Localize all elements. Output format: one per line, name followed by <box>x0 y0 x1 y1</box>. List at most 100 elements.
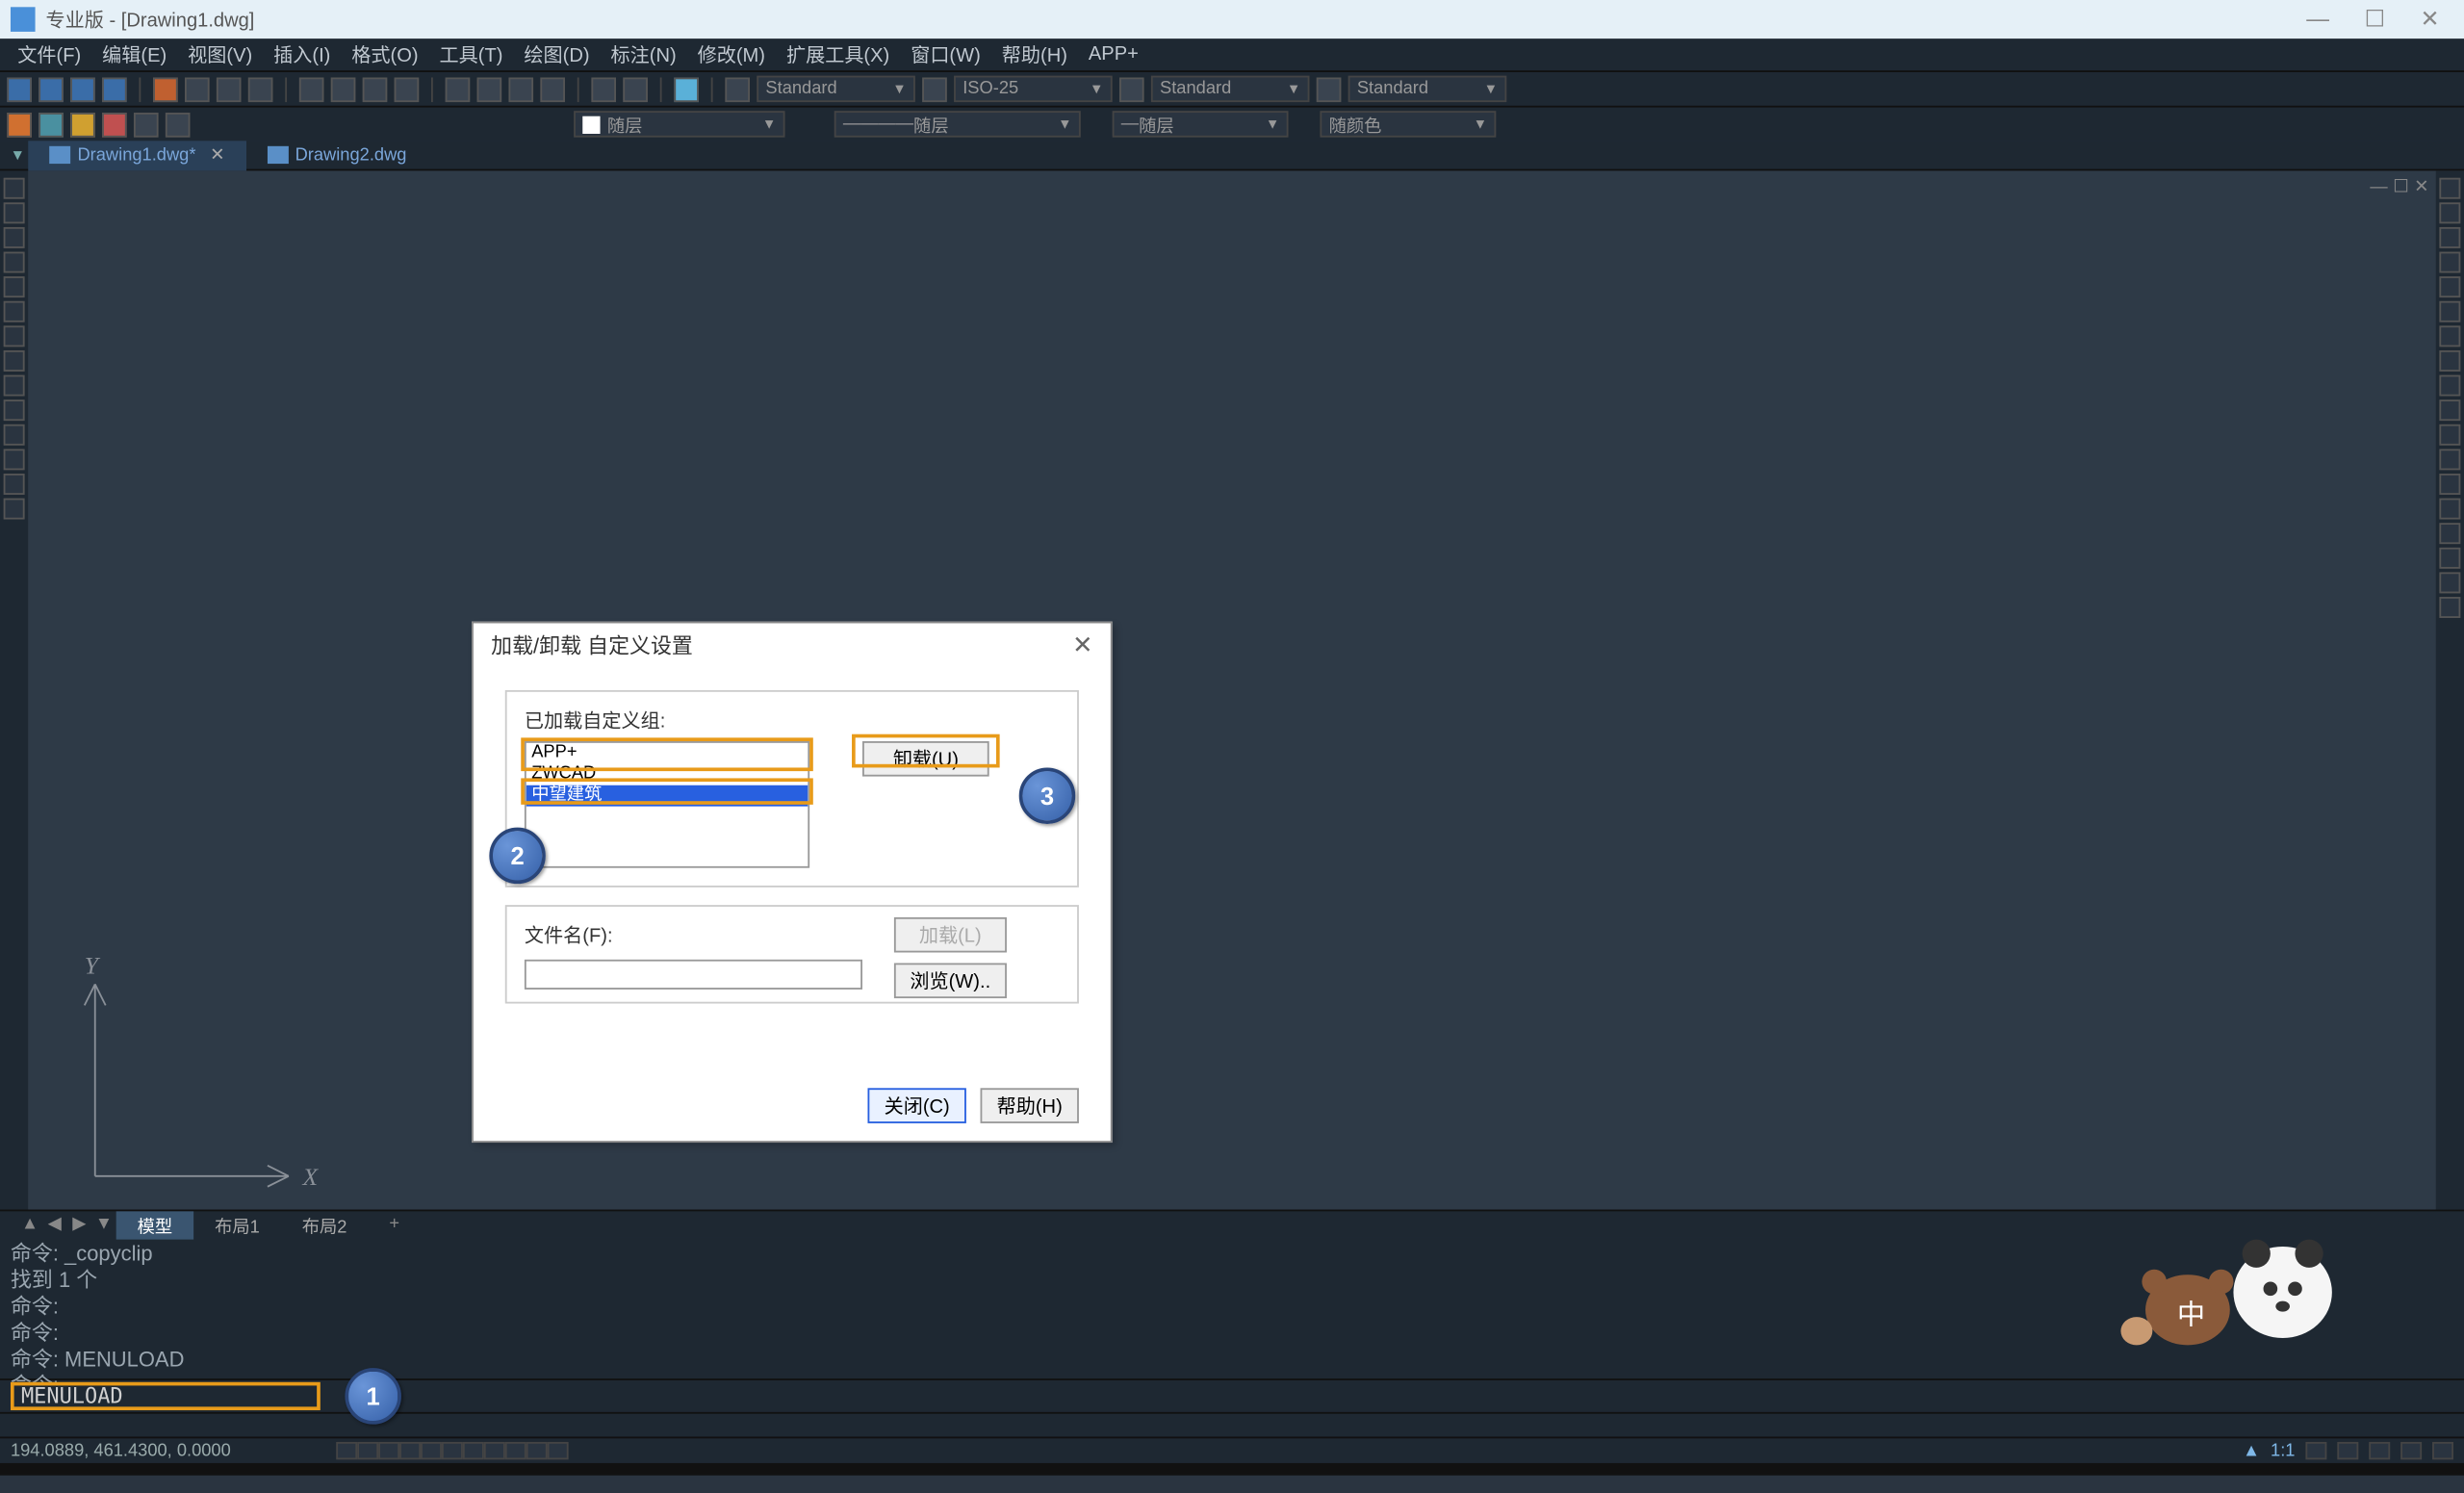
layout2-tab[interactable]: 布局2 <box>281 1210 369 1238</box>
properties-icon[interactable] <box>591 77 616 102</box>
tb2-icon-a[interactable] <box>7 112 32 137</box>
match-icon[interactable] <box>248 77 273 102</box>
text-style-combo[interactable]: Standard▼ <box>757 76 915 102</box>
ellipse-icon[interactable] <box>4 301 25 322</box>
design-center-icon[interactable] <box>623 77 648 102</box>
menu-draw[interactable]: 绘图(D) <box>513 40 600 68</box>
dialog-titlebar[interactable]: 加载/卸载 自定义设置 ✕ <box>474 623 1111 665</box>
mleader-style-combo[interactable]: Standard▼ <box>1348 76 1507 102</box>
layout1-tab[interactable]: 布局1 <box>193 1210 281 1238</box>
color-combo[interactable]: 随颜色▼ <box>1320 111 1496 137</box>
dim-style-icon[interactable] <box>922 77 947 102</box>
redo-icon[interactable] <box>331 77 356 102</box>
tabs-dropdown-icon[interactable]: ▾ <box>7 145 28 165</box>
cut-icon[interactable] <box>153 77 178 102</box>
menu-edit[interactable]: 编辑(E) <box>91 40 177 68</box>
status-icon-c[interactable] <box>2369 1442 2390 1459</box>
layer-b-combo[interactable]: ———— 随层▼ <box>834 111 1081 137</box>
pedit-icon[interactable] <box>2439 597 2460 618</box>
tb2-icon-d[interactable] <box>102 112 127 137</box>
tb2-icon-c[interactable] <box>70 112 95 137</box>
circle-icon[interactable] <box>4 227 25 248</box>
ime-indicator[interactable]: 中 <box>2116 1225 2345 1349</box>
loaded-groups-listbox[interactable]: APP+ ZWCAD 中望建筑 <box>525 741 809 868</box>
menu-window[interactable]: 窗口(W) <box>900 40 991 68</box>
arc-icon[interactable] <box>4 252 25 273</box>
osnap-toggle[interactable] <box>421 1442 442 1459</box>
explode-icon[interactable] <box>2439 449 2460 470</box>
rotate-icon[interactable] <box>2439 227 2460 248</box>
save-icon[interactable] <box>70 77 95 102</box>
vp-close[interactable]: ✕ <box>2414 178 2428 197</box>
misc-icon[interactable] <box>674 77 699 102</box>
new-icon[interactable] <box>7 77 32 102</box>
offset-icon[interactable] <box>2439 276 2460 297</box>
table-style-icon[interactable] <box>1119 77 1144 102</box>
extend-icon[interactable] <box>2439 350 2460 372</box>
break-icon[interactable] <box>2439 523 2460 544</box>
list-item[interactable]: ZWCAD <box>526 764 808 785</box>
spline-icon[interactable] <box>4 375 25 397</box>
menu-dimension[interactable]: 标注(N) <box>601 40 687 68</box>
minimize-button[interactable]: — <box>2306 5 2329 33</box>
unload-button[interactable]: 卸载(U) <box>862 741 989 777</box>
text-style-icon[interactable] <box>725 77 750 102</box>
menu-help[interactable]: 帮助(H) <box>991 40 1078 68</box>
list-item-selected[interactable]: 中望建筑 <box>526 785 808 807</box>
chamfer-icon[interactable] <box>2439 399 2460 421</box>
mtext-icon[interactable] <box>4 449 25 470</box>
layer-a-combo[interactable]: 随层▼ <box>574 111 784 137</box>
mleader-style-icon[interactable] <box>1317 77 1342 102</box>
layout-nav-next[interactable]: ▶ <box>66 1215 91 1234</box>
load-button[interactable]: 加载(L) <box>894 917 1007 953</box>
status-icon-a[interactable] <box>2305 1442 2326 1459</box>
drawing-canvas[interactable]: — ☐ ✕ X Y 加载/卸载 自定义设置 ✕ <box>28 170 2464 1209</box>
menu-tools[interactable]: 工具(T) <box>429 40 514 68</box>
vp-max[interactable]: ☐ <box>2393 178 2408 197</box>
snap-toggle[interactable] <box>336 1442 357 1459</box>
misc-draw-icon[interactable] <box>4 499 25 520</box>
tb2-icon-e[interactable] <box>134 112 159 137</box>
command-history[interactable]: 命令: _copyclip 找到 1 个 命令: 命令: 命令: MENULOA… <box>0 1238 2464 1378</box>
command-input[interactable] <box>11 1382 321 1410</box>
dim-style-combo[interactable]: ISO-25▼ <box>954 76 1113 102</box>
zoom-prev-icon[interactable] <box>540 77 565 102</box>
zoom-window-icon[interactable] <box>508 77 533 102</box>
scale-icon[interactable] <box>2439 301 2460 322</box>
erase-icon[interactable] <box>2439 474 2460 495</box>
mirror-icon[interactable] <box>2439 252 2460 273</box>
undo-icon[interactable] <box>299 77 324 102</box>
otrack-toggle[interactable] <box>442 1442 463 1459</box>
list-item[interactable]: APP+ <box>526 743 808 764</box>
menu-insert[interactable]: 插入(I) <box>263 40 341 68</box>
browse-button[interactable]: 浏览(W).. <box>894 963 1007 998</box>
model-tab[interactable]: 模型 <box>116 1210 193 1238</box>
tb2-icon-f[interactable] <box>166 112 191 137</box>
extra-toggle-a[interactable] <box>526 1442 548 1459</box>
line-icon[interactable] <box>4 178 25 199</box>
array-icon[interactable] <box>2439 425 2460 446</box>
table-style-combo[interactable]: Standard▼ <box>1151 76 1310 102</box>
join-icon[interactable] <box>2439 548 2460 569</box>
doc-tab-1[interactable]: Drawing1.dwg* ✕ <box>28 140 245 169</box>
zoom-icon[interactable] <box>477 77 502 102</box>
status-icon-e[interactable] <box>2432 1442 2453 1459</box>
copy-icon[interactable] <box>185 77 210 102</box>
layout-nav-last[interactable]: ▼ <box>91 1215 116 1234</box>
point-icon[interactable] <box>4 350 25 372</box>
redo-dropdown-icon[interactable] <box>395 77 420 102</box>
layer-c-combo[interactable]: — 随层▼ <box>1113 111 1289 137</box>
rectangle-icon[interactable] <box>4 276 25 297</box>
tb2-icon-b[interactable] <box>38 112 64 137</box>
trim-icon[interactable] <box>2439 325 2460 347</box>
menu-modify[interactable]: 修改(M) <box>687 40 776 68</box>
print-icon[interactable] <box>102 77 127 102</box>
hatch-icon[interactable] <box>4 325 25 347</box>
region-icon[interactable] <box>4 399 25 421</box>
layout-nav-first[interactable]: ▲ <box>17 1215 42 1234</box>
pan-icon[interactable] <box>446 77 471 102</box>
menu-format[interactable]: 格式(O) <box>341 40 428 68</box>
layout-nav-prev[interactable]: ◀ <box>42 1215 67 1234</box>
status-icon-d[interactable] <box>2400 1442 2422 1459</box>
paste-icon[interactable] <box>217 77 242 102</box>
